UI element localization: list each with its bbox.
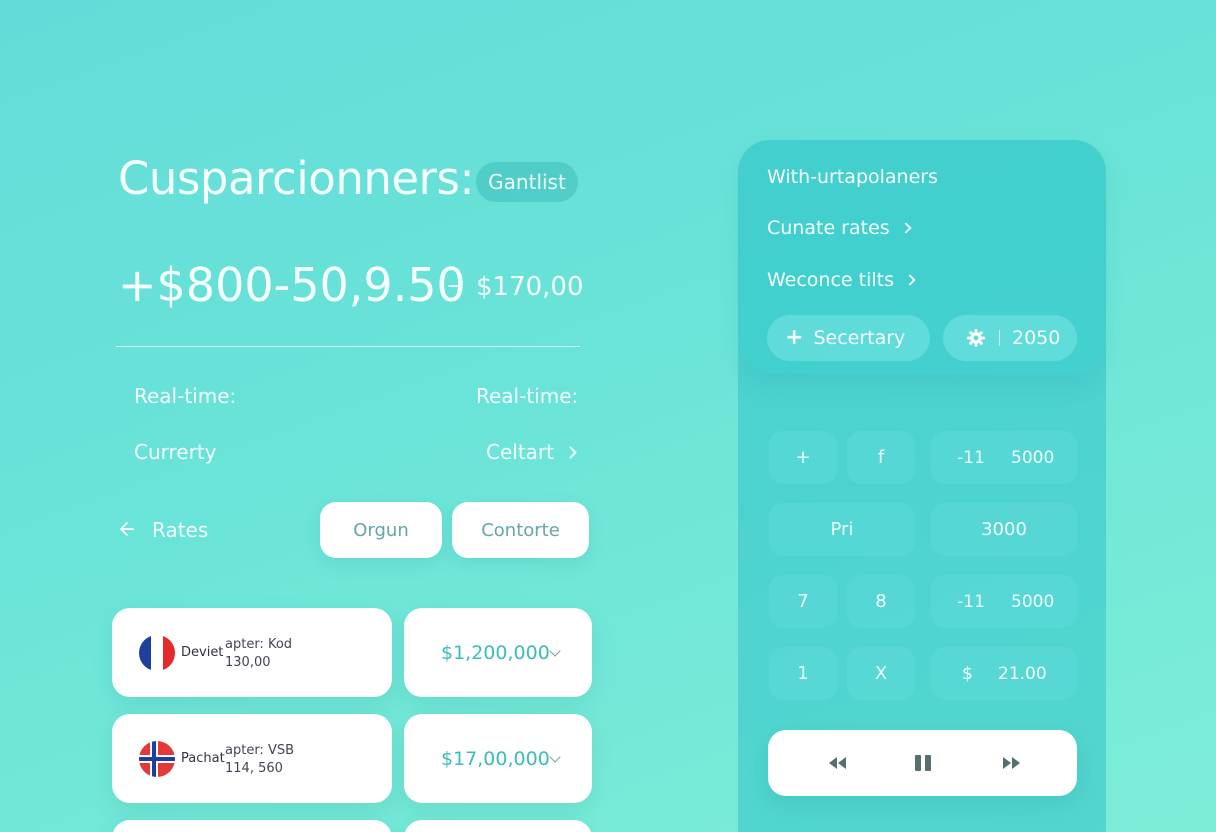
amount-primary: +$800-50,9.50 — [118, 258, 466, 312]
key-row4-right: 21.00 — [998, 663, 1047, 684]
chevron-right-icon — [564, 445, 577, 459]
key-row1-value[interactable]: -11 5000 — [931, 431, 1077, 484]
gear-icon — [967, 329, 985, 347]
norway-flag-icon — [139, 741, 175, 777]
card-rate: 114, 560 — [225, 761, 283, 776]
amount-secondary: $170,00 — [476, 272, 584, 302]
weconce-tilts-link[interactable]: Weconce tilts — [767, 269, 916, 291]
realtime-label-left: Real-time: — [134, 384, 237, 408]
currate-rates-link[interactable]: Cunate rates — [767, 217, 912, 239]
card-value: $17,00,000 — [441, 748, 550, 770]
card-name: Pachat — [181, 751, 225, 766]
card-name: Deviet — [181, 645, 224, 660]
chevron-down-icon — [549, 751, 561, 763]
chevron-right-icon — [900, 222, 912, 234]
key-row4-left: $ — [962, 663, 973, 684]
divider — [116, 346, 580, 347]
key-row4-value[interactable]: $ 21.00 — [931, 647, 1077, 700]
key-row3-value[interactable]: -11 5000 — [931, 575, 1077, 628]
gantlist-badge[interactable]: Gantlist — [476, 162, 578, 202]
media-controls — [768, 730, 1077, 796]
currate-rates-label: Cunate rates — [767, 217, 890, 239]
weconce-tilts-label: Weconce tilts — [767, 269, 895, 291]
secretary-button[interactable]: + Secertary — [767, 315, 930, 361]
orgun-button[interactable]: Orgun — [320, 502, 442, 558]
key-f[interactable]: f — [847, 431, 915, 484]
card-rate: 130,00 — [225, 655, 271, 670]
key-row1-right: 5000 — [1011, 447, 1055, 468]
value-dropdown[interactable] — [404, 820, 592, 832]
page-title: Cusparcionners: — [118, 152, 475, 205]
rewind-icon[interactable] — [826, 752, 848, 774]
amount-separator: – — [447, 270, 460, 300]
chart-link-label: Celtart — [486, 440, 554, 464]
currency-card[interactable]: Deviet apter: Kod 130,00 — [112, 608, 392, 697]
back-arrow-icon[interactable] — [118, 520, 134, 538]
key-3000[interactable]: 3000 — [931, 503, 1077, 556]
key-plus[interactable]: + — [769, 431, 837, 484]
chevron-down-icon — [549, 645, 561, 657]
key-8[interactable]: 8 — [847, 575, 915, 628]
fast-forward-icon[interactable] — [1001, 752, 1023, 774]
panel-heading: With-urtapolaners — [767, 166, 938, 188]
realtime-label-right: Real-time: — [476, 384, 579, 408]
key-row1-left: -11 — [957, 447, 985, 468]
card-code: apter: Kod — [225, 637, 293, 652]
chevron-right-icon — [904, 274, 916, 286]
secretary-label: Secertary — [813, 327, 906, 349]
value-dropdown[interactable]: $1,200,000 — [404, 608, 592, 697]
card-value: $1,200,000 — [441, 642, 550, 664]
france-flag-icon — [139, 635, 175, 671]
value-dropdown[interactable]: $17,00,000 — [404, 714, 592, 803]
chart-link[interactable]: Celtart — [486, 440, 577, 464]
plus-icon: + — [785, 325, 804, 350]
key-x[interactable]: X — [847, 647, 915, 700]
key-pri[interactable]: Pri — [769, 503, 915, 556]
card-code: apter: VSB — [225, 743, 295, 758]
rates-back-label[interactable]: Rates — [152, 518, 208, 542]
key-7[interactable]: 7 — [769, 575, 837, 628]
pill-divider — [999, 330, 1000, 346]
key-row3-right: 5000 — [1011, 591, 1055, 612]
key-1[interactable]: 1 — [769, 647, 837, 700]
pause-icon[interactable] — [913, 752, 933, 774]
contorte-button[interactable]: Contorte — [452, 502, 589, 558]
key-row3-left: -11 — [957, 591, 985, 612]
year-selector[interactable]: 2050 — [943, 315, 1077, 361]
currency-card[interactable] — [112, 820, 392, 832]
currency-label: Currerty — [134, 440, 217, 464]
currency-card[interactable]: Pachat apter: VSB 114, 560 — [112, 714, 392, 803]
year-label: 2050 — [1012, 327, 1061, 349]
